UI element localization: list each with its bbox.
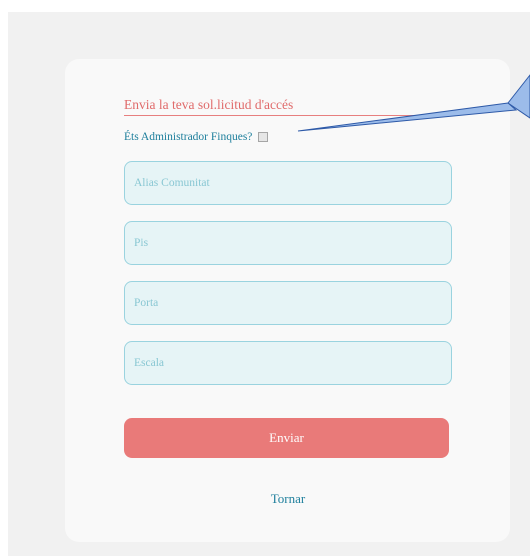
callout-body: [507, 74, 530, 119]
callout-pointer: [297, 102, 518, 132]
tooltip-callout: [297, 74, 530, 132]
